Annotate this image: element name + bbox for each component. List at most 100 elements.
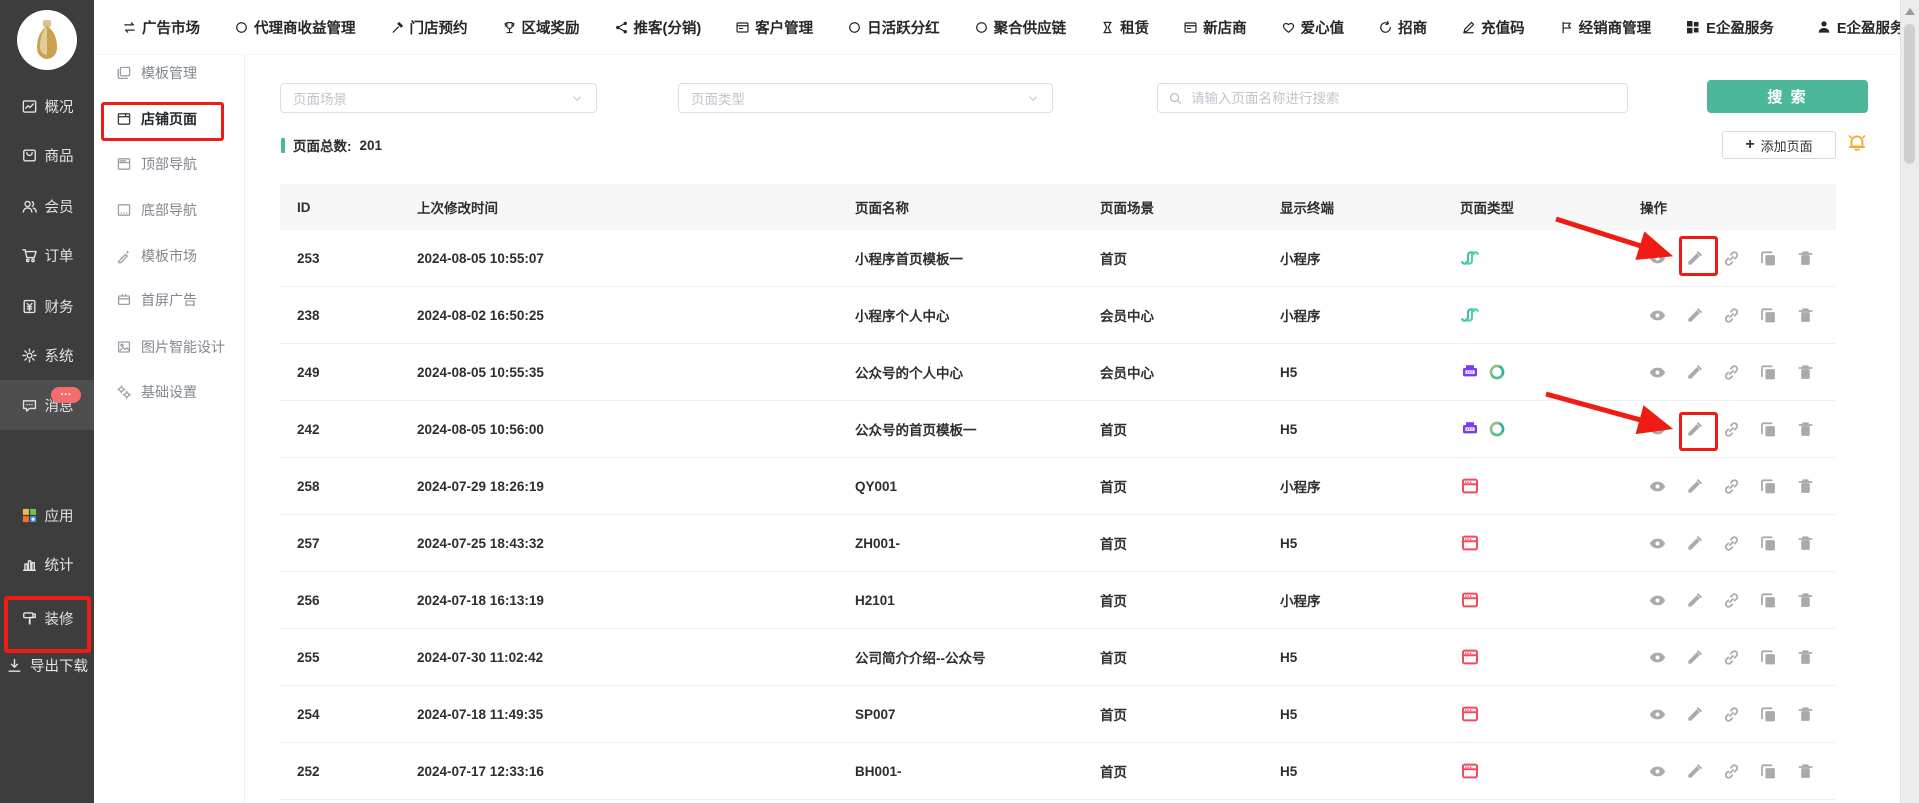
view-button[interactable]: [1648, 249, 1667, 268]
sidebar-item-4[interactable]: 财务: [0, 281, 94, 331]
sidebar-bottom-item-2[interactable]: 装修: [0, 593, 94, 643]
topnav-item-10[interactable]: 爱心值: [1281, 17, 1345, 38]
copy-button[interactable]: [1759, 648, 1778, 667]
add-page-button[interactable]: + 添加页面: [1722, 131, 1836, 159]
sidebar-item-6[interactable]: 消息: [0, 380, 94, 430]
topnav-item-8[interactable]: 租赁: [1100, 17, 1149, 38]
submenu-item-6[interactable]: 图片智能设计: [94, 327, 244, 367]
link-button[interactable]: [1722, 420, 1741, 439]
link-button[interactable]: [1722, 762, 1741, 781]
link-button[interactable]: [1722, 591, 1741, 610]
copy-button[interactable]: [1759, 363, 1778, 382]
copy-button[interactable]: [1759, 306, 1778, 325]
sidebar-item-0[interactable]: 概况: [0, 81, 94, 131]
system-icon: [21, 347, 38, 364]
delete-button[interactable]: [1796, 477, 1815, 496]
submenu-item-7[interactable]: 基础设置: [94, 372, 244, 412]
copy-button[interactable]: [1759, 420, 1778, 439]
view-button[interactable]: [1648, 534, 1667, 553]
delete-button[interactable]: [1796, 648, 1815, 667]
edit-button[interactable]: [1685, 762, 1704, 781]
copy-button[interactable]: [1759, 762, 1778, 781]
scrollbar-thumb[interactable]: [1904, 24, 1915, 164]
search-button[interactable]: 搜 索: [1707, 80, 1868, 113]
edit-button[interactable]: [1685, 363, 1704, 382]
copy-button[interactable]: [1759, 705, 1778, 724]
sidebar-item-3[interactable]: 订单: [0, 230, 94, 280]
alarm-bell-icon[interactable]: [1846, 132, 1868, 159]
submenu-item-5[interactable]: 首屏广告: [94, 280, 244, 320]
topnav-item-9[interactable]: 新店商: [1183, 17, 1247, 38]
submenu-item-1[interactable]: 店铺页面: [94, 99, 244, 139]
sidebar-item-1[interactable]: 商品: [0, 130, 94, 180]
view-button[interactable]: [1648, 477, 1667, 496]
delete-button[interactable]: [1796, 363, 1815, 382]
sidebar-item-2[interactable]: 会员: [0, 181, 94, 231]
delete-button[interactable]: [1796, 306, 1815, 325]
delete-button[interactable]: [1796, 249, 1815, 268]
topnav-item-4[interactable]: 推客(分销): [614, 17, 702, 38]
page-scene-select[interactable]: 页面场景: [280, 83, 597, 113]
view-button[interactable]: [1648, 591, 1667, 610]
link-button[interactable]: [1722, 705, 1741, 724]
scroll-up-arrow-icon[interactable]: [1905, 8, 1915, 15]
link-button[interactable]: [1722, 306, 1741, 325]
edit-button[interactable]: [1685, 249, 1704, 268]
submenu-item-4[interactable]: 模板市场: [94, 236, 244, 276]
edit-button[interactable]: [1685, 534, 1704, 553]
topnav-item-7[interactable]: 聚合供应链: [974, 17, 1067, 38]
topbar-right-item-0[interactable]: E企盈服务: [1685, 17, 1774, 38]
edit-button[interactable]: [1685, 477, 1704, 496]
sidebar-bottom-item-0[interactable]: 应用: [0, 490, 94, 540]
link-button[interactable]: [1722, 477, 1741, 496]
topnav-item-13[interactable]: 经销商管理: [1559, 17, 1652, 38]
delete-button[interactable]: [1796, 762, 1815, 781]
view-button[interactable]: [1648, 306, 1667, 325]
avatar[interactable]: [17, 10, 77, 70]
submenu-item-2[interactable]: 顶部导航: [94, 144, 244, 184]
copy-button[interactable]: [1759, 534, 1778, 553]
delete-button[interactable]: [1796, 534, 1815, 553]
edit-button[interactable]: [1685, 705, 1704, 724]
view-button[interactable]: [1648, 420, 1667, 439]
topnav-item-12[interactable]: 充值码: [1461, 17, 1525, 38]
copy-button[interactable]: [1759, 477, 1778, 496]
edit-icon: [1685, 591, 1704, 610]
edit-button[interactable]: [1685, 306, 1704, 325]
sidebar-bottom-item-1[interactable]: 统计: [0, 539, 94, 589]
edit-button[interactable]: [1685, 591, 1704, 610]
cell-scene: 首页: [1100, 590, 1280, 610]
topnav-item-1[interactable]: 代理商收益管理: [234, 17, 356, 38]
topnav-item-5[interactable]: 客户管理: [735, 17, 813, 38]
submenu-item-0[interactable]: 模板管理: [94, 53, 244, 93]
delete-button[interactable]: [1796, 591, 1815, 610]
topnav-item-2[interactable]: 门店预约: [390, 17, 468, 38]
topnav-item-3[interactable]: 区域奖励: [502, 17, 580, 38]
sidebar-item-5[interactable]: 系统: [0, 330, 94, 380]
copy-button[interactable]: [1759, 591, 1778, 610]
view-button[interactable]: [1648, 648, 1667, 667]
link-button[interactable]: [1722, 648, 1741, 667]
edit-button[interactable]: [1685, 420, 1704, 439]
sidebar-item-label: 装修: [45, 608, 74, 629]
edit-button[interactable]: [1685, 648, 1704, 667]
link-button[interactable]: [1722, 363, 1741, 382]
sidebar-bottom-item-3[interactable]: 导出下载: [0, 640, 94, 690]
topnav-item-0[interactable]: 广告市场: [122, 17, 200, 38]
topnav-item-6[interactable]: 日活跃分红: [847, 17, 940, 38]
page-type-select[interactable]: 页面类型: [678, 83, 1053, 113]
delete-button[interactable]: [1796, 420, 1815, 439]
link-button[interactable]: [1722, 534, 1741, 553]
view-button[interactable]: [1648, 363, 1667, 382]
view-button[interactable]: [1648, 762, 1667, 781]
submenu-item-label: 顶部导航: [141, 154, 197, 174]
view-button[interactable]: [1648, 705, 1667, 724]
submenu-item-3[interactable]: 底部导航: [94, 190, 244, 230]
search-input[interactable]: [1189, 90, 1617, 107]
cell-page-type: [1460, 419, 1640, 439]
topnav-item-11[interactable]: 招商: [1378, 17, 1427, 38]
delete-button[interactable]: [1796, 705, 1815, 724]
link-button[interactable]: [1722, 249, 1741, 268]
copy-button[interactable]: [1759, 249, 1778, 268]
cell-scene: 首页: [1100, 419, 1280, 439]
